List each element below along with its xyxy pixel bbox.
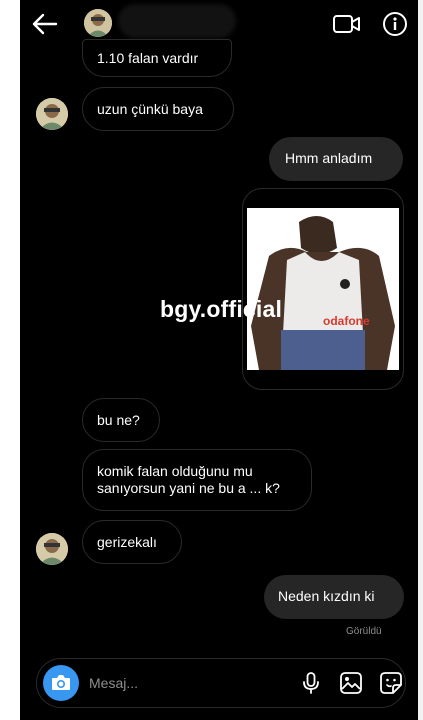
camera-icon[interactable] <box>43 665 79 701</box>
message-text: uzun çünkü baya <box>97 101 203 117</box>
message-text-line: komik falan olduğunu mu <box>97 463 253 479</box>
shirt-text: odafone <box>323 314 370 328</box>
photo-content: odafone <box>247 208 399 370</box>
message-composer: Mesaj... <box>36 658 406 708</box>
photo-message[interactable]: odafone <box>242 188 404 390</box>
message-text: gerizekalı <box>97 534 157 550</box>
message-text: Neden kızdın ki <box>278 588 375 604</box>
message-incoming[interactable]: uzun çünkü baya <box>82 87 234 131</box>
message-incoming[interactable]: bu ne? <box>82 398 160 442</box>
contact-name-redacted[interactable] <box>118 4 236 38</box>
message-text: 1.10 falan vardır <box>97 50 199 66</box>
avatar[interactable] <box>36 533 68 565</box>
message-incoming[interactable]: gerizekalı <box>82 520 182 564</box>
seen-status: Görüldü <box>346 626 382 637</box>
microphone-icon[interactable] <box>299 671 323 695</box>
screen-edge <box>418 0 423 720</box>
message-incoming[interactable]: komik falan olduğunu mu sanıyorsun yani … <box>82 449 312 511</box>
message-input[interactable]: Mesaj... <box>89 675 138 691</box>
message-incoming[interactable]: 1.10 falan vardır <box>82 39 232 77</box>
avatar[interactable] <box>36 98 68 130</box>
sticker-icon[interactable] <box>379 671 403 695</box>
chat-screen: 1.10 falan vardır uzun çünkü baya Hmm an… <box>20 0 418 720</box>
message-outgoing[interactable]: Hmm anladım <box>269 137 403 181</box>
avatar[interactable] <box>84 9 112 37</box>
video-camera-icon[interactable] <box>332 12 362 36</box>
message-text: Hmm anladım <box>285 150 373 166</box>
message-text-line: sanıyorsun yani ne bu a ... k? <box>97 480 280 496</box>
watermark: bgy.official <box>160 296 283 322</box>
message-outgoing[interactable]: Neden kızdın ki <box>264 575 404 619</box>
info-icon[interactable] <box>382 11 408 37</box>
arrow-left-icon[interactable] <box>30 10 60 38</box>
image-gallery-icon[interactable] <box>339 671 363 695</box>
message-text: bu ne? <box>97 412 140 428</box>
